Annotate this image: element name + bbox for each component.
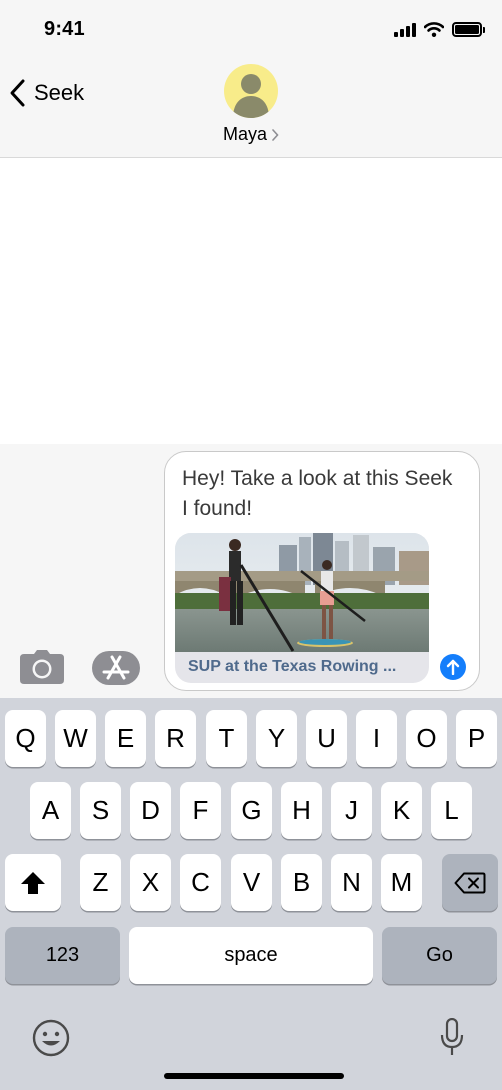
message-input-bubble[interactable]: Hey! Take a look at this Seek I found! S… [164,451,480,691]
key-o[interactable]: O [406,710,447,767]
key-d[interactable]: D [130,782,171,839]
conversation-area [0,159,502,444]
key-h[interactable]: H [281,782,322,839]
key-f[interactable]: F [180,782,221,839]
key-c[interactable]: C [180,854,221,911]
home-indicator[interactable] [164,1073,344,1079]
signal-icon [394,22,416,37]
key-n[interactable]: N [331,854,372,911]
key-t[interactable]: T [206,710,247,767]
key-s[interactable]: S [80,782,121,839]
battery-icon [452,22,485,37]
send-arrow-icon [446,659,460,675]
back-button[interactable]: Seek [8,78,84,108]
key-m[interactable]: M [381,854,422,911]
key-e[interactable]: E [105,710,146,767]
delete-icon [454,872,486,893]
contact-name: Maya [222,124,267,144]
wifi-icon [424,22,444,37]
contact-header[interactable]: Maya [200,64,302,145]
key-p[interactable]: P [456,710,497,767]
avatar [224,64,278,118]
chevron-right-icon [272,128,279,141]
chevron-left-icon [10,79,25,107]
key-x[interactable]: X [130,854,171,911]
delete-key[interactable] [442,854,498,911]
key-y[interactable]: Y [256,710,297,767]
shift-key[interactable] [5,854,61,911]
key-u[interactable]: U [306,710,347,767]
key-i[interactable]: I [356,710,397,767]
status-time: 9:41 [44,18,85,40]
navigation-header: 9:41 Seek Maya [0,0,502,158]
status-icons [394,22,485,37]
space-key[interactable]: space [129,927,373,984]
app-store-icon[interactable] [92,651,140,685]
send-button[interactable] [440,654,466,680]
key-v[interactable]: V [231,854,272,911]
key-a[interactable]: A [30,782,71,839]
back-label: Seek [34,80,85,105]
shift-icon [21,871,45,894]
key-j[interactable]: J [331,782,372,839]
key-q[interactable]: Q [5,710,46,767]
key-b[interactable]: B [281,854,322,911]
link-preview-image [175,533,429,652]
person-icon [233,74,269,118]
numbers-key[interactable]: 123 [5,927,120,984]
microphone-icon[interactable] [440,1018,464,1058]
emoji-icon[interactable] [32,1019,70,1057]
key-w[interactable]: W [55,710,96,767]
key-z[interactable]: Z [80,854,121,911]
message-text[interactable]: Hey! Take a look at this Seek I found! [182,464,462,524]
link-preview-card[interactable]: SUP at the Texas Rowing ... [175,533,429,683]
key-k[interactable]: K [381,782,422,839]
key-g[interactable]: G [231,782,272,839]
go-key[interactable]: Go [382,927,497,984]
link-preview-title: SUP at the Texas Rowing ... [188,658,397,675]
key-l[interactable]: L [431,782,472,839]
camera-icon[interactable] [20,650,64,684]
key-r[interactable]: R [155,710,196,767]
